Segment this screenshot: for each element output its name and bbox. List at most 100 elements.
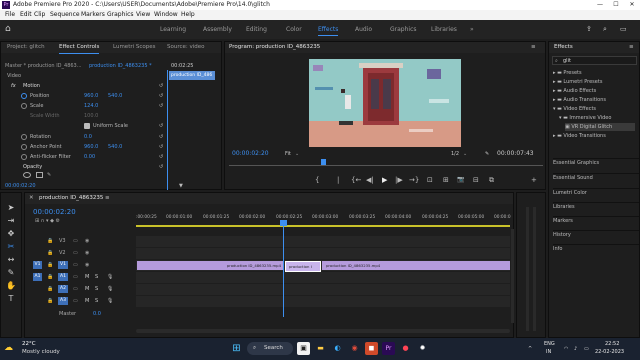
- mute-button[interactable]: M: [85, 285, 89, 293]
- fx-badge[interactable]: fx: [11, 82, 16, 90]
- panel-lumetri-color[interactable]: Lumetri Color: [553, 188, 639, 197]
- go-to-in-button[interactable]: {←: [351, 176, 361, 184]
- sync-lock-icon[interactable]: ▭: [73, 297, 78, 305]
- position-y-value[interactable]: 540.0: [108, 92, 122, 100]
- program-timecode[interactable]: 00:00:02:20: [232, 150, 269, 158]
- pen-tool-icon[interactable]: ✎: [6, 268, 16, 278]
- tree-video-transitions[interactable]: ▸ ▬ Video Transitions: [553, 132, 606, 140]
- menu-clip[interactable]: Clip: [34, 10, 45, 20]
- reset-motion-icon[interactable]: ↺: [159, 82, 163, 90]
- opacity-label[interactable]: Opacity: [23, 163, 42, 171]
- master-track-value[interactable]: 0.0: [93, 310, 101, 318]
- workspace-libraries[interactable]: Libraries: [431, 20, 457, 39]
- search-help-icon[interactable]: ⌕: [603, 20, 607, 39]
- button-editor[interactable]: +: [531, 176, 537, 184]
- reset-position-icon[interactable]: ↺: [159, 92, 163, 100]
- tree-audio-effects[interactable]: ▸ ▬ Audio Effects: [553, 87, 596, 95]
- menu-window[interactable]: Window: [154, 10, 178, 20]
- scale-value[interactable]: 124.0: [84, 102, 98, 110]
- workspace-effects[interactable]: Effects: [318, 20, 339, 39]
- microphone-icon[interactable]: 🎙: [107, 297, 113, 305]
- ec-mini-clip[interactable]: production ID_486: [169, 71, 215, 80]
- track-name-a2[interactable]: A2: [58, 285, 68, 293]
- tree-audio-transitions[interactable]: ▸ ▬ Audio Transitions: [553, 96, 606, 104]
- tab-source[interactable]: Source: video: [167, 42, 205, 53]
- file-explorer-icon[interactable]: ▬: [314, 342, 327, 355]
- eye-icon[interactable]: ◉: [85, 249, 89, 257]
- go-to-out-button[interactable]: →}: [409, 176, 419, 184]
- mute-button[interactable]: M: [85, 297, 89, 305]
- track-name-v3[interactable]: V3: [59, 237, 66, 245]
- sync-lock-icon[interactable]: ▭: [73, 237, 78, 245]
- menu-markers[interactable]: Markers: [81, 10, 105, 20]
- tree-lumetri-presets[interactable]: ▸ ▬ Lumetri Presets: [553, 78, 602, 86]
- effects-search-value[interactable]: glit: [563, 57, 571, 65]
- timeline-sequence-title[interactable]: production ID_4863235: [39, 193, 103, 204]
- menu-edit[interactable]: Edit: [20, 10, 32, 20]
- weather-temp[interactable]: 22°C: [22, 340, 36, 348]
- weather-description[interactable]: Mostly cloudy: [22, 348, 60, 356]
- reset-uniform-icon[interactable]: ↺: [159, 122, 163, 130]
- rect-mask-icon[interactable]: [36, 172, 43, 178]
- tree-video-effects[interactable]: ▾ ▬ Video Effects: [553, 105, 596, 113]
- effects-search-field[interactable]: ⌕ glit: [552, 56, 637, 65]
- anchor-y-value[interactable]: 540.0: [108, 143, 122, 151]
- quality-dropdown[interactable]: 1/2: [451, 150, 459, 158]
- menu-file[interactable]: File: [5, 10, 15, 20]
- selection-tool-icon[interactable]: ➤: [6, 203, 16, 213]
- panel-essential-graphics[interactable]: Essential Graphics: [553, 158, 639, 167]
- clock-date[interactable]: 22-02-2023: [595, 348, 624, 356]
- panel-history[interactable]: History: [553, 230, 639, 239]
- maximize-button[interactable]: ☐: [608, 0, 624, 10]
- workspace-graphics[interactable]: Graphics: [390, 20, 417, 39]
- uniform-scale-checkbox[interactable]: [84, 123, 90, 129]
- premiere-taskbar-icon[interactable]: Pr: [382, 342, 395, 355]
- comparison-view-button[interactable]: ⊟: [473, 176, 479, 184]
- ec-footer-timecode[interactable]: 00:00:02:20: [5, 182, 36, 190]
- lock-icon[interactable]: 🔒: [47, 285, 53, 293]
- timeline-playhead[interactable]: [283, 221, 284, 317]
- mute-button[interactable]: M: [85, 273, 89, 281]
- track-select-tool-icon[interactable]: ⇥: [6, 216, 16, 226]
- timeline-vertical-scrollbar[interactable]: [511, 229, 514, 323]
- rotation-stopwatch-icon[interactable]: [21, 134, 27, 140]
- scale-stopwatch-icon[interactable]: [21, 103, 27, 109]
- tab-lumetri-scopes[interactable]: Lumetri Scopes: [113, 42, 156, 53]
- track-lane-a3[interactable]: [136, 296, 510, 307]
- lock-icon[interactable]: 🔒: [47, 273, 53, 281]
- reset-anchor-icon[interactable]: ↺: [159, 143, 163, 151]
- work-area-bar[interactable]: [136, 225, 510, 227]
- tab-project[interactable]: Project: glitch: [7, 42, 45, 53]
- minimize-button[interactable]: —: [592, 0, 608, 10]
- source-patch-a1[interactable]: A1: [33, 273, 42, 281]
- eye-icon[interactable]: ◉: [85, 237, 89, 245]
- reset-rotation-icon[interactable]: ↺: [159, 133, 163, 141]
- timeline-timecode[interactable]: 00:00:02:20: [33, 207, 76, 217]
- timeline-close-icon[interactable]: ✕: [29, 193, 34, 204]
- workspace-editing[interactable]: Editing: [246, 20, 267, 39]
- track-name-v1[interactable]: V1: [58, 261, 68, 269]
- step-back-button[interactable]: ◀|: [366, 176, 374, 184]
- sync-lock-icon[interactable]: ▭: [73, 249, 78, 257]
- menu-graphics[interactable]: Graphics: [107, 10, 134, 20]
- antiflicker-stopwatch-icon[interactable]: [21, 154, 27, 160]
- reset-scale-icon[interactable]: ↺: [159, 102, 163, 110]
- fit-chevron-icon[interactable]: ⌄: [295, 150, 299, 158]
- program-title[interactable]: Program: production ID_4863235: [229, 42, 320, 53]
- workspace-assembly[interactable]: Assembly: [203, 20, 232, 39]
- timeline-playhead-handle[interactable]: [280, 220, 287, 226]
- type-tool-icon[interactable]: T: [6, 294, 16, 304]
- play-button[interactable]: ▶: [382, 176, 387, 184]
- lock-icon[interactable]: 🔒: [47, 237, 53, 245]
- wrench-icon[interactable]: ✎: [485, 150, 489, 158]
- microphone-icon[interactable]: 🎙: [107, 273, 113, 281]
- timeline-menu-icon[interactable]: ≡: [105, 193, 110, 204]
- home-icon[interactable]: ⌂: [5, 25, 14, 34]
- extract-button[interactable]: ⊞: [443, 176, 449, 184]
- lift-button[interactable]: ⊡: [427, 176, 433, 184]
- tree-immersive-video[interactable]: ▾ ▬ Immersive Video: [559, 114, 611, 122]
- clock-time[interactable]: 22:52: [605, 340, 619, 348]
- motion-label[interactable]: Motion: [23, 82, 40, 90]
- chrome-icon[interactable]: ◉: [348, 342, 361, 355]
- sync-lock-icon[interactable]: ▭: [73, 261, 78, 269]
